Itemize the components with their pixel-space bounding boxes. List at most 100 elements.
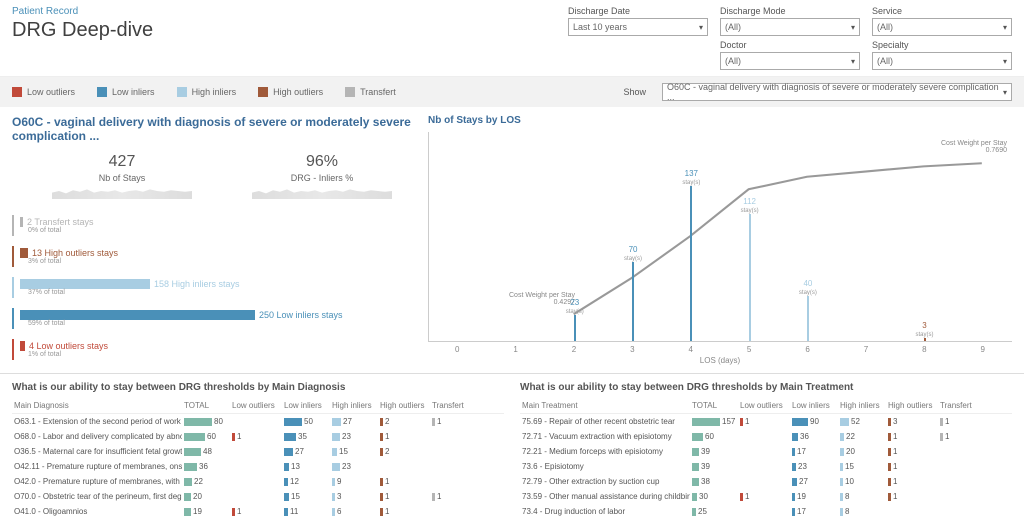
filter-discharge_mode-select[interactable]: (All) xyxy=(720,18,860,36)
show-select[interactable]: O60C - vaginal delivery with diagnosis o… xyxy=(662,83,1012,101)
cell-li: 17 xyxy=(790,447,838,456)
legend-swatch xyxy=(177,87,187,97)
table-header: Main TreatmentTOTALLow outliersLow inlie… xyxy=(520,401,1012,414)
cell-total: 30 xyxy=(690,492,738,501)
filter-discharge_mode-label: Discharge Mode xyxy=(720,6,860,16)
table-row[interactable]: O42.0 - Premature rupture of membranes, … xyxy=(12,474,504,489)
cell-total: 157 xyxy=(690,417,738,426)
cell-total: 39 xyxy=(690,447,738,456)
kpi-stays-value: 427 xyxy=(52,153,192,171)
table-row[interactable]: O41.0 - Oligoamnios1911161 xyxy=(12,504,504,519)
summary-bar-group: 13 High outliers stays 3% of total xyxy=(12,246,412,267)
filter-service-label: Service xyxy=(872,6,1012,16)
cell-hi: 6 xyxy=(330,507,378,516)
cell-tr: 1 xyxy=(430,417,474,426)
legend-item[interactable]: Low outliers xyxy=(12,87,75,97)
legend-swatch xyxy=(258,87,268,97)
cell-lo: 1 xyxy=(230,432,282,441)
row-name: 72.79 - Other extraction by suction cup xyxy=(520,477,690,486)
filter-specialty-label: Specialty xyxy=(872,40,1012,50)
summary-bar-sub: 59% of total xyxy=(28,320,412,327)
legend-swatch xyxy=(97,87,107,97)
cell-li: 12 xyxy=(282,477,330,486)
legend-item[interactable]: High outliers xyxy=(258,87,323,97)
cell-li: 27 xyxy=(282,447,330,456)
show-value: O60C - vaginal delivery with diagnosis o… xyxy=(667,82,1003,102)
chart-bar[interactable]: 112stay(s) xyxy=(720,197,778,341)
summary-bar-group: 2 Transfert stays 0% of total xyxy=(12,215,412,236)
cell-lo: 1 xyxy=(738,492,790,501)
cell-lo: 1 xyxy=(230,507,282,516)
sparkline xyxy=(252,183,392,199)
table-row[interactable]: O36.5 - Maternal care for insufficient f… xyxy=(12,444,504,459)
legend-swatch xyxy=(345,87,355,97)
table-row[interactable]: O70.0 - Obstetric tear of the perineum, … xyxy=(12,489,504,504)
filter-doctor-select[interactable]: (All) xyxy=(720,52,860,70)
breadcrumb[interactable]: Patient Record xyxy=(12,6,153,17)
cell-ho: 1 xyxy=(378,432,430,441)
cell-total: 19 xyxy=(182,507,230,516)
filter-doctor-label: Doctor xyxy=(720,40,860,50)
table-row[interactable]: 73.6 - Episiotomy3923151 xyxy=(520,459,1012,474)
cell-hi: 20 xyxy=(838,447,886,456)
cell-total: 39 xyxy=(690,462,738,471)
table-row[interactable]: 72.79 - Other extraction by suction cup3… xyxy=(520,474,1012,489)
legend-label: Low outliers xyxy=(27,87,75,97)
page-title: DRG Deep-dive xyxy=(12,19,153,42)
row-name: O42.11 - Premature rupture of membranes,… xyxy=(12,462,182,471)
table-row[interactable]: 73.59 - Other manual assistance during c… xyxy=(520,489,1012,504)
cell-total: 20 xyxy=(182,492,230,501)
chart-area[interactable]: Cost Weight per Stay 0.4297 Cost Weight … xyxy=(428,132,1012,342)
table-row[interactable]: 73.4 - Drug induction of labor25178 xyxy=(520,504,1012,519)
cell-hi: 15 xyxy=(838,462,886,471)
chart-bar[interactable]: 70stay(s) xyxy=(604,245,662,341)
filter-service-select[interactable]: (All) xyxy=(872,18,1012,36)
row-name: 75.69 - Repair of other recent obstetric… xyxy=(520,417,690,426)
filter-specialty-select[interactable]: (All) xyxy=(872,52,1012,70)
chart-bar[interactable]: 3stay(s) xyxy=(895,321,953,341)
cell-hi: 9 xyxy=(330,477,378,486)
legend-item[interactable]: Low inliers xyxy=(97,87,155,97)
filter-discharge_date-select[interactable]: Last 10 years xyxy=(568,18,708,36)
kpi-inliers: 96% DRG - Inliers % xyxy=(252,153,392,199)
row-name: 73.6 - Episiotomy xyxy=(520,462,690,471)
table-row[interactable]: O63.1 - Extension of the second period o… xyxy=(12,414,504,429)
table-title: What is our ability to stay between DRG … xyxy=(12,382,504,393)
table-row[interactable]: O42.11 - Premature rupture of membranes,… xyxy=(12,459,504,474)
legend-label: High outliers xyxy=(273,87,323,97)
legend-swatch xyxy=(12,87,22,97)
legend-label: High inliers xyxy=(192,87,237,97)
table-row[interactable]: 75.69 - Repair of other recent obstetric… xyxy=(520,414,1012,429)
cell-hi: 3 xyxy=(330,492,378,501)
cell-ho: 1 xyxy=(378,492,430,501)
chart-bar[interactable]: 40stay(s) xyxy=(779,279,837,341)
summary-bar-sub: 0% of total xyxy=(28,227,412,234)
table-header: Main DiagnosisTOTALLow outliersLow inlie… xyxy=(12,401,504,414)
chart-bar[interactable]: 23stay(s) xyxy=(546,298,604,341)
table-row[interactable]: 72.21 - Medium forceps with episiotomy39… xyxy=(520,444,1012,459)
cell-hi: 23 xyxy=(330,462,378,471)
cell-hi: 22 xyxy=(838,432,886,441)
cell-tr: 1 xyxy=(430,492,474,501)
kpi-stays-label: Nb of Stays xyxy=(52,173,192,183)
summary-bar-label: 158 High inliers stays xyxy=(154,279,240,289)
cell-total: 25 xyxy=(690,507,738,516)
cell-ho: 1 xyxy=(378,477,430,486)
cell-total: 80 xyxy=(182,417,230,426)
legend-item[interactable]: High inliers xyxy=(177,87,237,97)
cell-ho: 1 xyxy=(378,507,430,516)
cell-li: 90 xyxy=(790,417,838,426)
legend-item[interactable]: Transfert xyxy=(345,87,396,97)
table-row[interactable]: 72.71 - Vacuum extraction with episiotom… xyxy=(520,429,1012,444)
cell-li: 23 xyxy=(790,462,838,471)
cell-li: 13 xyxy=(282,462,330,471)
row-name: O70.0 - Obstetric tear of the perineum, … xyxy=(12,492,182,501)
row-name: 72.21 - Medium forceps with episiotomy xyxy=(520,447,690,456)
table-row[interactable]: O68.0 - Labor and delivery complicated b… xyxy=(12,429,504,444)
summary-bar-group: 250 Low inliers stays 59% of total xyxy=(12,308,412,329)
chart-bar[interactable]: 137stay(s) xyxy=(662,169,720,341)
cell-total: 60 xyxy=(690,432,738,441)
cell-li: 19 xyxy=(790,492,838,501)
cell-ho: 1 xyxy=(886,477,938,486)
show-label: Show xyxy=(623,87,646,97)
